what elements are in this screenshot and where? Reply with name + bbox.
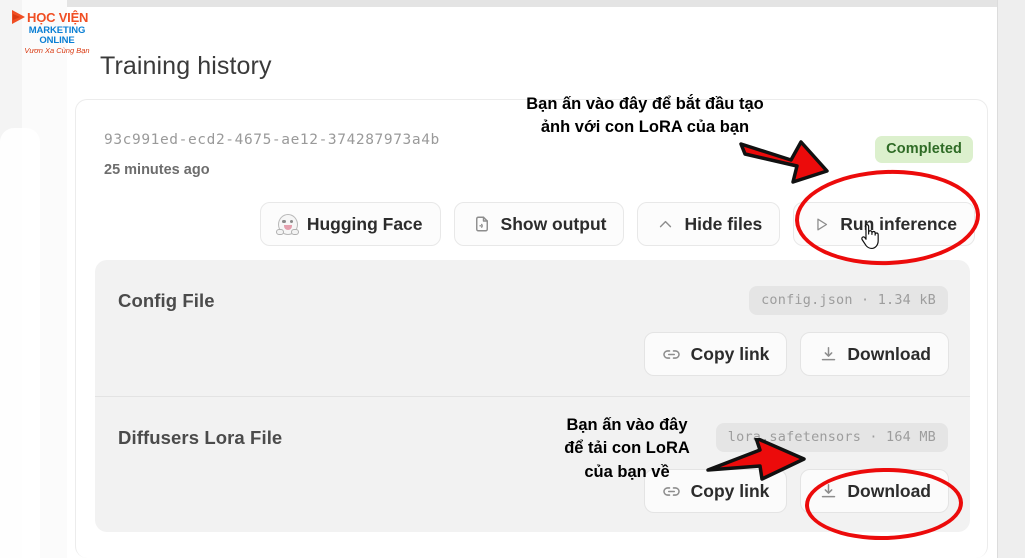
link-icon bbox=[662, 481, 682, 501]
play-triangle-icon bbox=[811, 214, 831, 234]
chevron-up-icon bbox=[655, 214, 675, 234]
run-inference-label: Run inference bbox=[840, 213, 957, 234]
copy-link-button[interactable]: Copy link bbox=[643, 469, 788, 513]
screen: Training history 93c991ed-ecd2-4675-ae12… bbox=[0, 0, 1025, 558]
logo-play-mark-icon bbox=[12, 10, 25, 24]
training-run-card: 93c991ed-ecd2-4675-ae12-374287973a4b 25 … bbox=[75, 99, 988, 558]
hugging-face-icon bbox=[276, 213, 300, 235]
download-label: Download bbox=[847, 480, 931, 501]
background-right-gutter bbox=[997, 0, 1025, 558]
run-timestamp: 25 minutes ago bbox=[104, 162, 210, 178]
copy-link-button[interactable]: Copy link bbox=[643, 332, 788, 376]
window-top-strip bbox=[0, 0, 1025, 7]
file-label: Config File bbox=[118, 290, 215, 311]
app-panel: Training history 93c991ed-ecd2-4675-ae12… bbox=[67, 7, 997, 558]
logo-top-row: HỌC VIỆN bbox=[12, 10, 102, 24]
file-row: Diffusers Lora File lora.safetensors · 1… bbox=[95, 396, 970, 532]
file-meta-chip: lora.safetensors · 164 MB bbox=[715, 423, 948, 452]
run-id: 93c991ed-ecd2-4675-ae12-374287973a4b bbox=[104, 132, 440, 148]
copy-link-label: Copy link bbox=[690, 480, 770, 501]
page-title: Training history bbox=[100, 52, 272, 80]
show-output-label: Show output bbox=[500, 213, 607, 234]
link-icon bbox=[662, 344, 682, 364]
file-meta-chip: config.json · 1.34 kB bbox=[749, 286, 948, 315]
background-ghost-card bbox=[0, 128, 40, 558]
copy-link-label: Copy link bbox=[690, 343, 770, 364]
download-button[interactable]: Download bbox=[800, 332, 949, 376]
file-label: Diffusers Lora File bbox=[118, 427, 283, 448]
download-icon bbox=[818, 481, 838, 501]
hide-files-button[interactable]: Hide files bbox=[637, 202, 781, 246]
watermark-logo: HỌC VIỆN MARKETING ONLINE Vươn Xa Cùng B… bbox=[12, 10, 102, 55]
run-inference-button[interactable]: Run inference bbox=[793, 202, 975, 246]
file-row-actions: Copy link Download bbox=[643, 332, 949, 376]
download-label: Download bbox=[847, 343, 931, 364]
file-row-actions: Copy link Download bbox=[643, 469, 949, 513]
status-badge: Completed bbox=[875, 136, 973, 163]
logo-tagline: Vươn Xa Cùng Bạn bbox=[24, 46, 90, 55]
hide-files-label: Hide files bbox=[684, 213, 763, 234]
file-output-icon bbox=[472, 214, 492, 234]
download-button[interactable]: Download bbox=[800, 469, 949, 513]
logo-subtitle: MARKETING ONLINE bbox=[28, 25, 86, 46]
logo-name: HỌC VIỆN bbox=[27, 9, 89, 25]
run-action-row: Hugging Face Show output Hide files Run … bbox=[76, 202, 975, 246]
hugging-face-button[interactable]: Hugging Face bbox=[259, 202, 441, 246]
hugging-face-label: Hugging Face bbox=[306, 213, 423, 234]
file-list: Config File config.json · 1.34 kB Copy l… bbox=[95, 260, 970, 532]
show-output-button[interactable]: Show output bbox=[453, 202, 625, 246]
download-icon bbox=[818, 344, 838, 364]
file-row: Config File config.json · 1.34 kB Copy l… bbox=[95, 260, 970, 396]
